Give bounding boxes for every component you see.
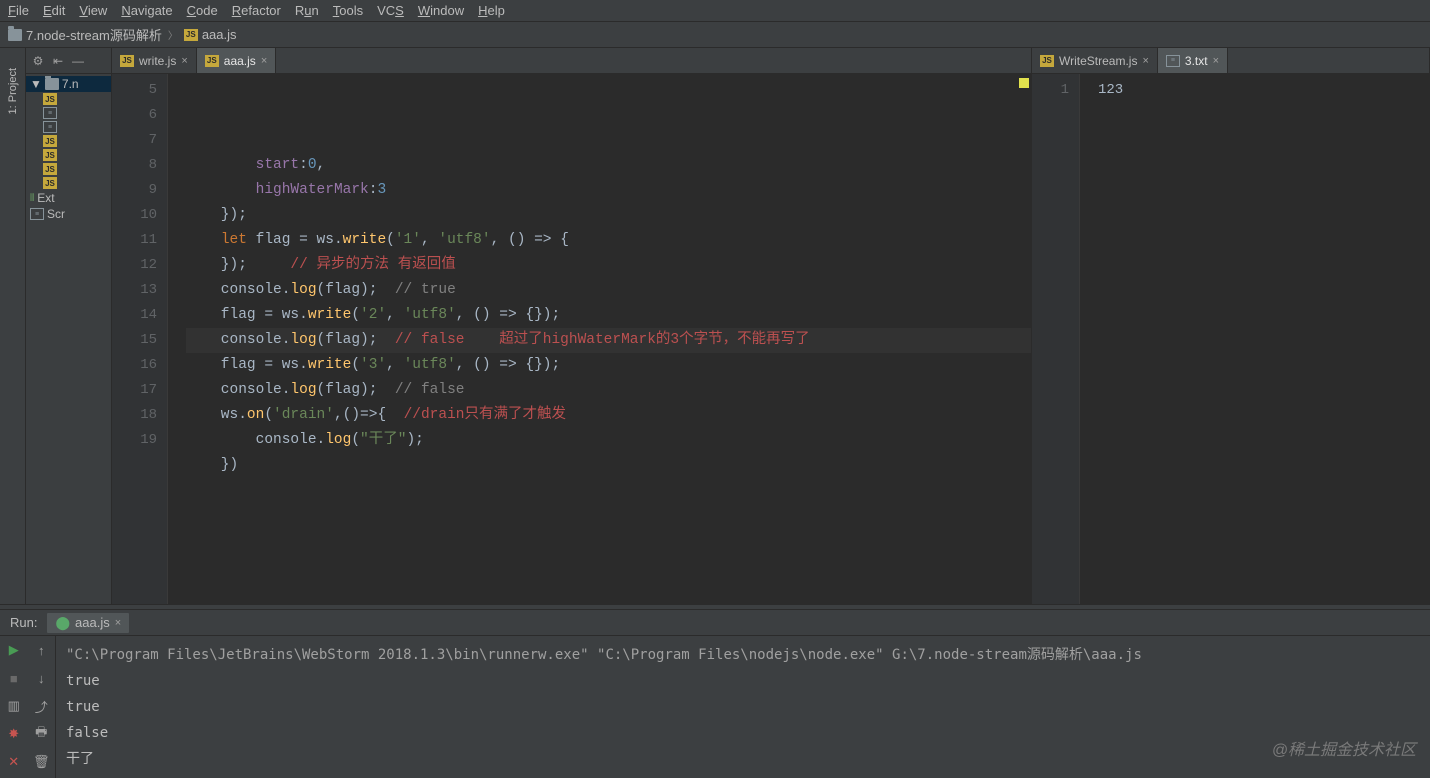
- js-file-icon: JS: [184, 29, 198, 41]
- close-icon[interactable]: ×: [1213, 55, 1219, 67]
- close-icon[interactable]: ×: [1142, 55, 1148, 67]
- editor-left-tabs: JS write.js × JS aaa.js ×: [112, 48, 1031, 74]
- run-out-line: true: [66, 694, 1420, 720]
- run-out-line: true: [66, 668, 1420, 694]
- tree-item: JS: [26, 176, 111, 190]
- breadcrumb-folder[interactable]: 7.node-stream源码解析: [8, 25, 162, 44]
- tree-item: ≡: [26, 106, 111, 120]
- warning-stripe-icon[interactable]: [1019, 78, 1029, 88]
- breadcrumb-file[interactable]: JS aaa.js: [184, 27, 237, 42]
- tree-root[interactable]: ▼ 7.n: [26, 76, 111, 92]
- run-out-line: false: [66, 720, 1420, 746]
- tree-ext[interactable]: ⫴Ext: [26, 190, 111, 206]
- tab-3-txt[interactable]: ≡ 3.txt ×: [1158, 48, 1228, 73]
- menu-navigate[interactable]: Navigate: [121, 3, 172, 18]
- print-icon[interactable]: 🖶: [33, 726, 49, 742]
- tab-write-js[interactable]: JS write.js ×: [112, 48, 197, 73]
- line-gutter[interactable]: 1: [1032, 74, 1080, 604]
- menu-window[interactable]: Window: [418, 3, 464, 18]
- folder-icon: [45, 78, 59, 90]
- gear-icon[interactable]: ⚙: [30, 53, 46, 69]
- menu-bar: File Edit View Navigate Code Refactor Ru…: [0, 0, 1430, 22]
- menu-refactor[interactable]: Refactor: [232, 3, 281, 18]
- text-file-icon: ≡: [1166, 55, 1180, 67]
- js-file-icon: JS: [120, 55, 134, 67]
- menu-edit[interactable]: Edit: [43, 3, 65, 18]
- rerun-icon[interactable]: ▶: [6, 642, 22, 658]
- menu-view[interactable]: View: [79, 3, 107, 18]
- project-tree[interactable]: ▼ 7.n JS ≡ ≡ JS JS JS JS ⫴Ext ≡Scr: [26, 74, 111, 604]
- navigation-bar: 7.node-stream源码解析 〉 JS aaa.js: [0, 22, 1430, 48]
- code-area-right[interactable]: 1 123: [1032, 74, 1429, 604]
- code-content[interactable]: 123: [1080, 74, 1429, 604]
- breadcrumb-file-label: aaa.js: [202, 27, 237, 42]
- editor-right: JS WriteStream.js × ≡ 3.txt × 1 123: [1032, 48, 1430, 604]
- run-output[interactable]: "C:\Program Files\JetBrains\WebStorm 201…: [56, 636, 1430, 778]
- tree-item: JS: [26, 148, 111, 162]
- tree-item: JS: [26, 162, 111, 176]
- tab-writestream-js[interactable]: JS WriteStream.js ×: [1032, 48, 1158, 73]
- folder-icon: [8, 29, 22, 41]
- collapse-icon[interactable]: ⇤: [50, 53, 66, 69]
- left-tool-stripe: 1: Project: [0, 48, 26, 604]
- breadcrumb-folder-label: 7.node-stream源码解析: [26, 25, 162, 44]
- line-gutter[interactable]: 5678910111213141516171819: [112, 74, 168, 604]
- code-content[interactable]: start:0, highWaterMark:3 }); let flag = …: [168, 74, 1031, 604]
- dump-icon[interactable]: ✸: [6, 726, 22, 742]
- editor-right-tabs: JS WriteStream.js × ≡ 3.txt ×: [1032, 48, 1429, 74]
- layout-icon[interactable]: ▥: [6, 698, 22, 714]
- close-icon[interactable]: ×: [181, 55, 187, 67]
- hide-icon[interactable]: —: [70, 53, 86, 69]
- up-stack-icon[interactable]: ↑: [33, 642, 49, 658]
- export-icon[interactable]: ⤴: [33, 698, 49, 714]
- menu-file[interactable]: File: [8, 3, 29, 18]
- menu-help[interactable]: Help: [478, 3, 505, 18]
- close-icon[interactable]: ×: [261, 55, 267, 67]
- menu-run[interactable]: Run: [295, 3, 319, 18]
- tree-item: ≡: [26, 120, 111, 134]
- close-icon[interactable]: ×: [115, 617, 121, 629]
- tree-scr[interactable]: ≡Scr: [26, 206, 111, 222]
- run-out-line: 干了: [66, 746, 1420, 772]
- run-toolbar: ▶ ↑ ■ ↓ ▥ ⤴ ✸ 🖶 ✕ 🗑: [0, 636, 56, 778]
- down-stack-icon[interactable]: ↓: [33, 670, 49, 686]
- menu-tools[interactable]: Tools: [333, 3, 363, 18]
- editor-left: JS write.js × JS aaa.js × 56789101112131…: [112, 48, 1032, 604]
- code-area-left[interactable]: 5678910111213141516171819 start:0, highW…: [112, 74, 1031, 604]
- stop-icon[interactable]: ■: [6, 670, 22, 686]
- menu-code[interactable]: Code: [187, 3, 218, 18]
- chevron-right-icon: 〉: [168, 27, 178, 42]
- tab-aaa-js[interactable]: JS aaa.js ×: [197, 48, 276, 73]
- tree-item: JS: [26, 92, 111, 106]
- run-cmd-line: "C:\Program Files\JetBrains\WebStorm 201…: [66, 642, 1420, 668]
- run-panel: Run: ⬤ aaa.js × ▶ ↑ ■ ↓ ▥ ⤴ ✸ 🖶 ✕ 🗑 "C:\…: [0, 610, 1430, 778]
- run-title: Run:: [10, 615, 37, 630]
- project-tool-button[interactable]: 1: Project: [7, 68, 19, 114]
- js-file-icon: JS: [1040, 55, 1054, 67]
- watermark: @稀土掘金技术社区: [1272, 736, 1416, 760]
- menu-vcs[interactable]: VCS: [377, 3, 404, 18]
- close-run-icon[interactable]: ✕: [6, 754, 22, 770]
- project-toolbar: ⚙ ⇤ —: [26, 48, 111, 74]
- js-file-icon: JS: [205, 55, 219, 67]
- project-panel: ⚙ ⇤ — ▼ 7.n JS ≡ ≡ JS JS JS JS ⫴Ext ≡Scr: [26, 48, 112, 604]
- run-tab[interactable]: ⬤ aaa.js ×: [47, 613, 129, 633]
- tree-item: JS: [26, 134, 111, 148]
- trash-icon[interactable]: 🗑: [33, 754, 49, 770]
